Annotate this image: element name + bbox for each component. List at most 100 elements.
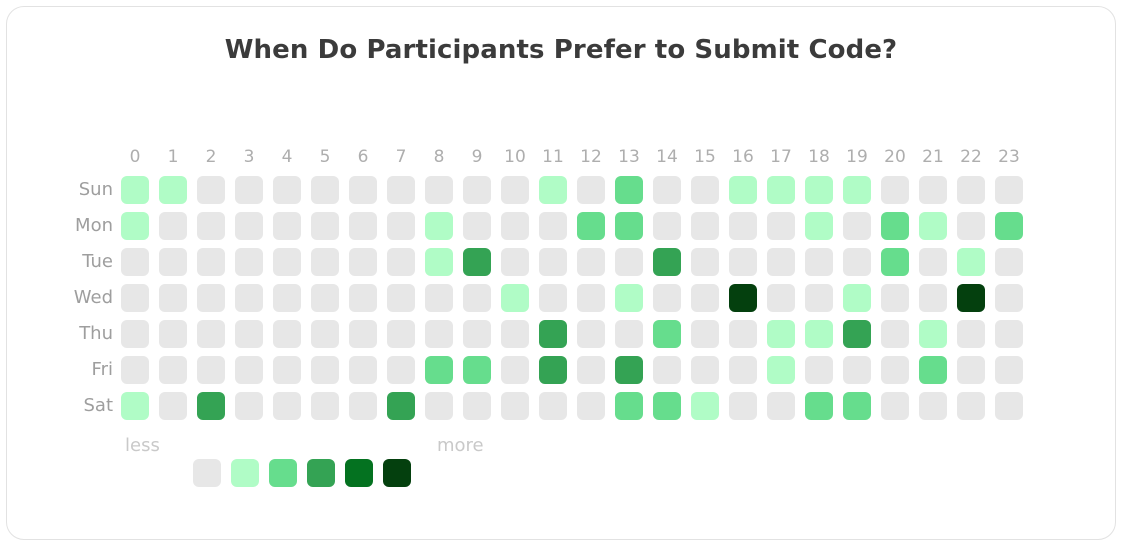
- heatmap-cell[interactable]: [691, 320, 719, 348]
- heatmap-cell[interactable]: [463, 356, 491, 384]
- heatmap-cell[interactable]: [501, 248, 529, 276]
- heatmap-cell[interactable]: [387, 284, 415, 312]
- heatmap-cell[interactable]: [349, 248, 377, 276]
- heatmap-cell[interactable]: [653, 356, 681, 384]
- heatmap-cell[interactable]: [121, 356, 149, 384]
- heatmap-cell[interactable]: [387, 212, 415, 240]
- heatmap-cell[interactable]: [653, 392, 681, 420]
- heatmap-cell[interactable]: [501, 284, 529, 312]
- heatmap-cell[interactable]: [235, 320, 263, 348]
- heatmap-cell[interactable]: [121, 320, 149, 348]
- heatmap-cell[interactable]: [121, 392, 149, 420]
- heatmap-cell[interactable]: [311, 320, 339, 348]
- heatmap-cell[interactable]: [881, 176, 909, 204]
- heatmap-cell[interactable]: [463, 212, 491, 240]
- heatmap-cell[interactable]: [729, 356, 757, 384]
- heatmap-cell[interactable]: [919, 176, 947, 204]
- heatmap-cell[interactable]: [729, 320, 757, 348]
- heatmap-cell[interactable]: [957, 248, 985, 276]
- heatmap-cell[interactable]: [843, 176, 871, 204]
- heatmap-cell[interactable]: [463, 248, 491, 276]
- heatmap-cell[interactable]: [691, 392, 719, 420]
- heatmap-cell[interactable]: [159, 392, 187, 420]
- heatmap-cell[interactable]: [995, 176, 1023, 204]
- heatmap-cell[interactable]: [577, 212, 605, 240]
- heatmap-cell[interactable]: [691, 176, 719, 204]
- heatmap-cell[interactable]: [767, 212, 795, 240]
- heatmap-cell[interactable]: [919, 212, 947, 240]
- heatmap-cell[interactable]: [691, 248, 719, 276]
- heatmap-cell[interactable]: [729, 212, 757, 240]
- heatmap-cell[interactable]: [767, 284, 795, 312]
- heatmap-cell[interactable]: [653, 212, 681, 240]
- heatmap-cell[interactable]: [501, 176, 529, 204]
- heatmap-cell[interactable]: [349, 176, 377, 204]
- heatmap-cell[interactable]: [615, 392, 643, 420]
- heatmap-cell[interactable]: [349, 320, 377, 348]
- heatmap-cell[interactable]: [995, 392, 1023, 420]
- heatmap-cell[interactable]: [615, 356, 643, 384]
- heatmap-cell[interactable]: [995, 248, 1023, 276]
- heatmap-cell[interactable]: [197, 284, 225, 312]
- heatmap-cell[interactable]: [387, 248, 415, 276]
- heatmap-cell[interactable]: [501, 356, 529, 384]
- heatmap-cell[interactable]: [425, 320, 453, 348]
- heatmap-cell[interactable]: [235, 284, 263, 312]
- heatmap-cell[interactable]: [273, 176, 301, 204]
- heatmap-cell[interactable]: [349, 356, 377, 384]
- heatmap-cell[interactable]: [539, 212, 567, 240]
- heatmap-cell[interactable]: [577, 320, 605, 348]
- heatmap-cell[interactable]: [767, 248, 795, 276]
- heatmap-cell[interactable]: [311, 356, 339, 384]
- heatmap-cell[interactable]: [653, 248, 681, 276]
- heatmap-cell[interactable]: [805, 248, 833, 276]
- heatmap-cell[interactable]: [729, 176, 757, 204]
- heatmap-cell[interactable]: [387, 320, 415, 348]
- heatmap-cell[interactable]: [957, 392, 985, 420]
- heatmap-cell[interactable]: [159, 176, 187, 204]
- heatmap-cell[interactable]: [653, 176, 681, 204]
- heatmap-cell[interactable]: [235, 212, 263, 240]
- heatmap-cell[interactable]: [577, 248, 605, 276]
- heatmap-cell[interactable]: [311, 284, 339, 312]
- heatmap-cell[interactable]: [615, 248, 643, 276]
- heatmap-cell[interactable]: [197, 356, 225, 384]
- heatmap-cell[interactable]: [805, 284, 833, 312]
- heatmap-cell[interactable]: [805, 392, 833, 420]
- heatmap-cell[interactable]: [235, 356, 263, 384]
- heatmap-cell[interactable]: [881, 320, 909, 348]
- heatmap-cell[interactable]: [273, 356, 301, 384]
- heatmap-cell[interactable]: [235, 176, 263, 204]
- heatmap-cell[interactable]: [539, 320, 567, 348]
- heatmap-cell[interactable]: [197, 212, 225, 240]
- heatmap-cell[interactable]: [273, 320, 301, 348]
- heatmap-cell[interactable]: [995, 320, 1023, 348]
- heatmap-cell[interactable]: [843, 248, 871, 276]
- heatmap-cell[interactable]: [539, 392, 567, 420]
- heatmap-cell[interactable]: [805, 176, 833, 204]
- heatmap-cell[interactable]: [653, 284, 681, 312]
- heatmap-cell[interactable]: [501, 212, 529, 240]
- heatmap-cell[interactable]: [957, 356, 985, 384]
- heatmap-cell[interactable]: [805, 356, 833, 384]
- heatmap-cell[interactable]: [121, 248, 149, 276]
- heatmap-cell[interactable]: [235, 392, 263, 420]
- heatmap-cell[interactable]: [311, 392, 339, 420]
- heatmap-cell[interactable]: [311, 248, 339, 276]
- heatmap-cell[interactable]: [501, 320, 529, 348]
- heatmap-cell[interactable]: [425, 284, 453, 312]
- heatmap-cell[interactable]: [425, 212, 453, 240]
- heatmap-cell[interactable]: [957, 320, 985, 348]
- heatmap-cell[interactable]: [919, 356, 947, 384]
- heatmap-cell[interactable]: [957, 212, 985, 240]
- heatmap-cell[interactable]: [843, 356, 871, 384]
- heatmap-cell[interactable]: [463, 176, 491, 204]
- heatmap-cell[interactable]: [729, 284, 757, 312]
- heatmap-cell[interactable]: [995, 212, 1023, 240]
- heatmap-cell[interactable]: [919, 284, 947, 312]
- heatmap-cell[interactable]: [273, 212, 301, 240]
- heatmap-cell[interactable]: [159, 284, 187, 312]
- heatmap-cell[interactable]: [349, 392, 377, 420]
- heatmap-cell[interactable]: [843, 392, 871, 420]
- heatmap-cell[interactable]: [691, 212, 719, 240]
